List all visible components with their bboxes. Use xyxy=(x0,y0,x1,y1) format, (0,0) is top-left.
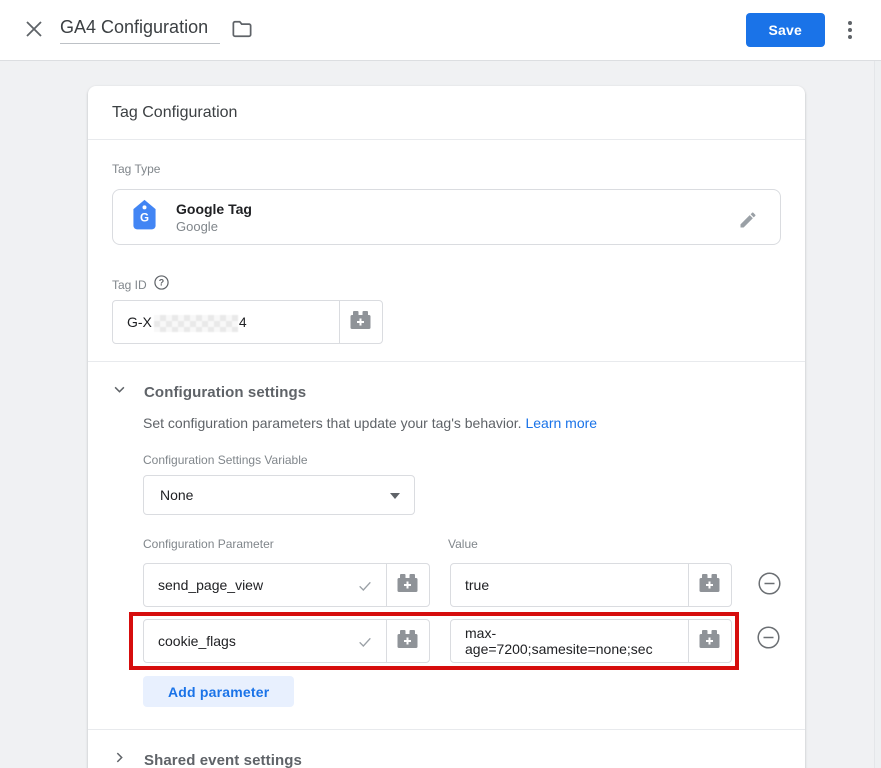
red-highlight-annotation: cookie_flags xyxy=(129,612,739,670)
remove-row-button[interactable] xyxy=(755,621,781,657)
parameter-column-header: Configuration Parameter xyxy=(143,537,448,551)
help-icon[interactable]: ? xyxy=(154,275,169,295)
parameter-name-input[interactable]: cookie_flags xyxy=(143,619,387,663)
edit-tag-type-button[interactable] xyxy=(730,203,766,239)
parameter-row: send_page_view tru xyxy=(143,563,781,607)
dropdown-caret-icon xyxy=(390,493,400,499)
google-tag-icon: G xyxy=(131,199,158,235)
settings-variable-value: None xyxy=(160,487,193,503)
value-column-header: Value xyxy=(448,537,478,551)
configuration-settings-header[interactable]: Configuration settings xyxy=(112,362,781,402)
chevron-right-icon xyxy=(112,750,127,768)
configuration-settings-title: Configuration settings xyxy=(144,384,306,401)
save-button[interactable]: Save xyxy=(746,13,826,47)
variable-brick-icon xyxy=(699,574,721,596)
parameter-name-text: cookie_flags xyxy=(158,633,236,649)
parameter-value-text: max-age=7200;samesite=none;sec xyxy=(465,625,674,657)
main-area: Tag Configuration Tag Type G Google Tag … xyxy=(0,61,881,768)
settings-variable-label: Configuration Settings Variable xyxy=(143,453,781,467)
shared-event-settings-header[interactable]: Shared event settings xyxy=(112,730,781,768)
card-title: Tag Configuration xyxy=(88,86,805,139)
tag-name-text: GA4 Configuration xyxy=(60,17,208,37)
tag-type-vendor: Google xyxy=(176,219,252,234)
close-icon xyxy=(24,19,44,42)
svg-text:?: ? xyxy=(158,278,163,288)
chevron-down-icon xyxy=(112,382,127,402)
overflow-menu-button[interactable] xyxy=(835,12,865,48)
variable-brick-icon xyxy=(699,630,721,652)
remove-row-button[interactable] xyxy=(757,567,781,603)
tag-type-box[interactable]: G Google Tag Google xyxy=(112,189,781,245)
parameter-variable-picker-button[interactable] xyxy=(386,563,430,607)
tag-id-label: Tag ID xyxy=(112,278,147,292)
variable-brick-icon xyxy=(350,311,372,333)
minus-circle-icon xyxy=(757,626,780,652)
close-button[interactable] xyxy=(16,12,52,48)
svg-text:G: G xyxy=(140,212,149,225)
variable-brick-icon xyxy=(397,630,419,652)
tag-id-value-prefix: G-X xyxy=(127,314,152,330)
learn-more-link[interactable]: Learn more xyxy=(525,415,597,431)
valid-check-icon xyxy=(357,634,373,653)
parameter-variable-picker-button[interactable] xyxy=(386,619,430,663)
configuration-settings-description: Set configuration parameters that update… xyxy=(143,415,522,431)
tag-type-name: Google Tag xyxy=(176,201,252,217)
tag-type-label: Tag Type xyxy=(112,162,781,176)
kebab-icon xyxy=(848,21,852,39)
redacted-tag-id xyxy=(154,315,238,332)
value-variable-picker-button[interactable] xyxy=(688,619,732,663)
parameter-value-input[interactable]: true xyxy=(450,563,689,607)
tag-id-variable-picker-button[interactable] xyxy=(339,300,383,344)
parameter-value-input[interactable]: max-age=7200;samesite=none;sec xyxy=(450,619,689,663)
tag-name-field[interactable]: GA4 Configuration xyxy=(60,17,220,44)
folder-button[interactable] xyxy=(224,12,260,48)
tag-configuration-card: Tag Configuration Tag Type G Google Tag … xyxy=(88,86,805,768)
value-variable-picker-button[interactable] xyxy=(688,563,732,607)
parameter-row: cookie_flags xyxy=(143,607,781,670)
tag-id-input[interactable]: G-X 4 xyxy=(112,300,340,344)
tag-type-text: Google Tag Google xyxy=(176,201,252,234)
variable-brick-icon xyxy=(397,574,419,596)
add-parameter-button[interactable]: Add parameter xyxy=(143,676,294,707)
settings-variable-dropdown[interactable]: None xyxy=(143,475,415,515)
valid-check-icon xyxy=(357,578,373,597)
scrollbar-track[interactable] xyxy=(874,61,881,768)
minus-circle-icon xyxy=(758,572,781,598)
parameter-name-input[interactable]: send_page_view xyxy=(143,563,387,607)
pencil-icon xyxy=(738,210,758,233)
top-bar: GA4 Configuration Save xyxy=(0,0,881,61)
parameter-name-text: send_page_view xyxy=(158,577,263,593)
shared-event-settings-title: Shared event settings xyxy=(144,752,302,768)
tag-id-value-suffix: 4 xyxy=(239,314,247,330)
folder-icon xyxy=(231,19,253,42)
parameter-value-text: true xyxy=(465,577,489,593)
